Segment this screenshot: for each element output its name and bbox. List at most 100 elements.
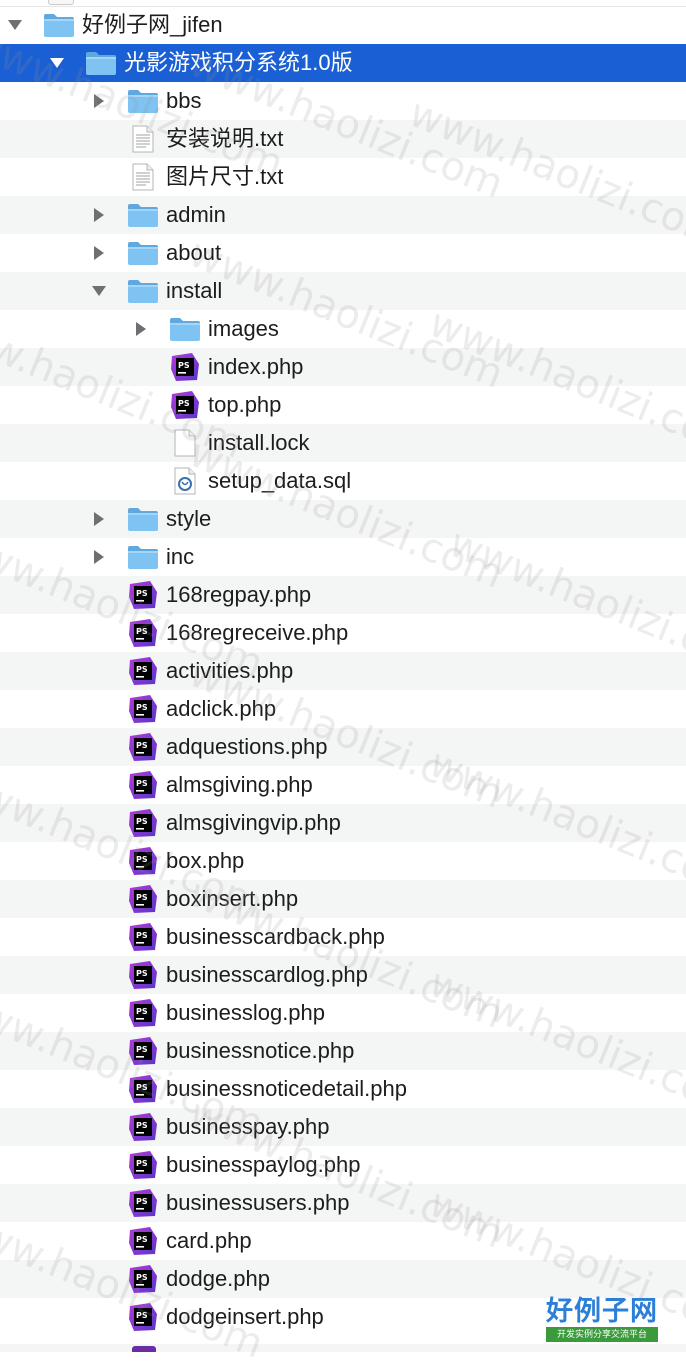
svg-text:PS: PS (136, 1197, 148, 1206)
php-file-icon: PS (126, 770, 160, 800)
php-file-icon: PS (126, 1112, 160, 1142)
php-file-icon: PS (126, 580, 160, 610)
file-row[interactable]: install.lock (0, 424, 686, 462)
file-row[interactable]: PS top.php (0, 386, 686, 424)
folder-icon (84, 48, 118, 78)
row-label: about (166, 240, 222, 265)
file-row[interactable]: PS businesslog.php (0, 994, 686, 1032)
file-row[interactable]: PS index.php (0, 348, 686, 386)
row-label: almsgivingvip.php (166, 810, 341, 835)
folder-row[interactable]: style (0, 500, 686, 538)
php-file-icon: PS (126, 694, 160, 724)
folder-icon (126, 86, 160, 116)
folder-row[interactable]: images (0, 310, 686, 348)
svg-text:PS: PS (136, 741, 148, 750)
sql-file-icon (168, 466, 202, 496)
file-row[interactable]: PS 168regpay.php (0, 576, 686, 614)
file-row[interactable]: PS businessnoticedetail.php (0, 1070, 686, 1108)
svg-text:PS: PS (136, 1311, 148, 1320)
logo-title: 好例子网 (546, 1296, 658, 1326)
php-file-icon: PS (126, 1150, 160, 1180)
php-file-icon: PS (126, 1226, 160, 1256)
row-label: inc (166, 544, 195, 569)
svg-text:PS: PS (136, 855, 148, 864)
folder-icon (126, 276, 160, 306)
svg-text:PS: PS (136, 1121, 148, 1130)
file-row[interactable]: PS 168regreceive.php (0, 614, 686, 652)
file-row[interactable]: PS adclick.php (0, 690, 686, 728)
php-file-icon: PS (126, 808, 160, 838)
row-label: boxinsert.php (166, 886, 299, 911)
row-label: businessnotice.php (166, 1038, 355, 1063)
disclosure-open-icon[interactable] (48, 54, 66, 72)
row-label: businesscardback.php (166, 924, 385, 949)
row-label: businesslog.php (166, 1000, 326, 1025)
row-label: businessnoticedetail.php (166, 1076, 407, 1101)
row-label: 好例子网_jifen (82, 12, 223, 37)
svg-text:PS: PS (136, 893, 148, 902)
text-file-icon (126, 162, 160, 192)
previous-row-icon-edge (48, 0, 74, 5)
php-file-icon: PS (168, 390, 202, 420)
svg-text:PS: PS (136, 779, 148, 788)
file-row[interactable]: PS dodge.php (0, 1260, 686, 1298)
svg-text:PS: PS (136, 665, 148, 674)
file-row[interactable]: PS boxinsert.php (0, 880, 686, 918)
file-row[interactable]: 安装说明.txt (0, 120, 686, 158)
disclosure-closed-icon[interactable] (132, 320, 150, 338)
php-file-icon: PS (126, 1302, 160, 1332)
file-row[interactable]: PS businessusers.php (0, 1184, 686, 1222)
php-file-icon: PS (126, 656, 160, 686)
svg-text:PS: PS (136, 1045, 148, 1054)
row-label: dodgeinsert.php (166, 1304, 324, 1329)
disclosure-open-icon[interactable] (90, 282, 108, 300)
folder-row[interactable]: 好例子网_jifen (0, 6, 686, 44)
row-label: card.php (166, 1228, 252, 1253)
php-file-icon: PS (126, 618, 160, 648)
folder-icon (126, 542, 160, 572)
folder-row[interactable]: inc (0, 538, 686, 576)
row-label: bbs (166, 88, 202, 113)
file-row[interactable]: PS activities.php (0, 652, 686, 690)
folder-row[interactable]: admin (0, 196, 686, 234)
logo-subtitle: 开发实例分享交流平台 (546, 1327, 658, 1342)
disclosure-closed-icon[interactable] (90, 92, 108, 110)
folder-row[interactable]: bbs (0, 82, 686, 120)
file-row[interactable]: PS adquestions.php (0, 728, 686, 766)
folder-icon (126, 504, 160, 534)
file-row[interactable]: setup_data.sql (0, 462, 686, 500)
folder-icon (42, 10, 76, 40)
file-row[interactable]: PS almsgiving.php (0, 766, 686, 804)
php-file-icon: PS (168, 352, 202, 382)
row-label: businessusers.php (166, 1190, 350, 1215)
file-row[interactable]: 图片尺寸.txt (0, 158, 686, 196)
file-row[interactable]: PS businessnotice.php (0, 1032, 686, 1070)
row-label: 168regpay.php (166, 582, 312, 607)
file-row[interactable]: PS card.php (0, 1222, 686, 1260)
svg-text:PS: PS (136, 931, 148, 940)
disclosure-open-icon[interactable] (6, 16, 24, 34)
row-label: admin (166, 202, 226, 227)
folder-row[interactable]: 光影游戏积分系统1.0版 (0, 44, 686, 82)
row-label: 图片尺寸.txt (166, 164, 284, 189)
file-row[interactable]: PS businesscardback.php (0, 918, 686, 956)
file-row[interactable]: PS businesspay.php (0, 1108, 686, 1146)
svg-text:PS: PS (136, 1273, 148, 1282)
disclosure-closed-icon[interactable] (90, 244, 108, 262)
text-file-icon (126, 124, 160, 154)
disclosure-closed-icon[interactable] (90, 548, 108, 566)
row-label: 安装说明.txt (166, 126, 284, 151)
file-row[interactable]: PS businesspaylog.php (0, 1146, 686, 1184)
folder-icon (126, 200, 160, 230)
php-file-icon: PS (126, 732, 160, 762)
file-row[interactable]: PS almsgivingvip.php (0, 804, 686, 842)
file-row[interactable]: PS businesscardlog.php (0, 956, 686, 994)
folder-row[interactable]: about (0, 234, 686, 272)
svg-text:PS: PS (136, 969, 148, 978)
svg-text:PS: PS (136, 627, 148, 636)
folder-row[interactable]: install (0, 272, 686, 310)
disclosure-closed-icon[interactable] (90, 206, 108, 224)
disclosure-closed-icon[interactable] (90, 510, 108, 528)
row-label: images (208, 316, 279, 341)
file-row[interactable]: PS box.php (0, 842, 686, 880)
